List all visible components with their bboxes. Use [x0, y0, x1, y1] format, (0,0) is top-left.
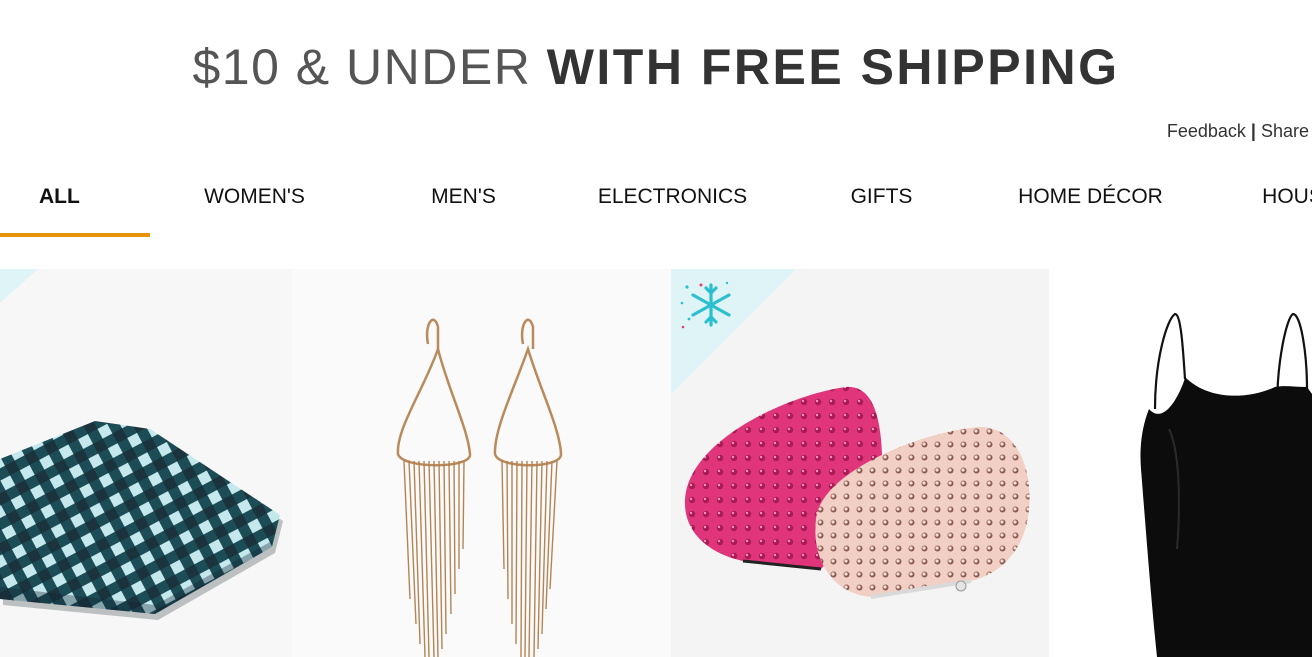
banner-title-light: $10 & UNDER	[192, 39, 532, 95]
tab-gifts[interactable]: GIFTS	[777, 165, 986, 237]
snowflake-icon	[680, 281, 731, 329]
black-cami-dress-image	[1140, 312, 1312, 657]
banner-title-bold: WITH FREE SHIPPING	[546, 39, 1120, 95]
plaid-pocket-square-image	[0, 421, 283, 620]
product-card-black-cami-dress[interactable]	[1049, 269, 1312, 657]
product-grid	[0, 269, 1312, 657]
tab-mens[interactable]: MEN'S	[359, 165, 568, 237]
feedback-link[interactable]: Feedback	[1167, 121, 1246, 141]
product-card-fringe-earrings[interactable]	[292, 269, 671, 657]
feedback-share-links: Feedback | Share	[1167, 121, 1309, 142]
page-banner: $10 & UNDER WITH FREE SHIPPING	[0, 34, 1312, 100]
category-tabs: ALL WOMEN'S MEN'S ELECTRONICS GIFTS HOME…	[0, 165, 1312, 237]
share-link[interactable]: Share	[1261, 121, 1309, 141]
tab-home-decor[interactable]: HOME DÉCOR	[986, 165, 1195, 237]
product-card-sequin-coin-purses[interactable]	[671, 269, 1049, 657]
fringe-earrings-image	[396, 318, 563, 657]
product-card-plaid-pocket-square[interactable]	[0, 269, 292, 657]
link-separator: |	[1250, 121, 1256, 141]
tab-womens[interactable]: WOMEN'S	[150, 165, 359, 237]
tab-all[interactable]: ALL	[0, 165, 150, 237]
tab-electronics[interactable]: ELECTRONICS	[568, 165, 777, 237]
tab-house[interactable]: HOUSE	[1195, 165, 1312, 237]
